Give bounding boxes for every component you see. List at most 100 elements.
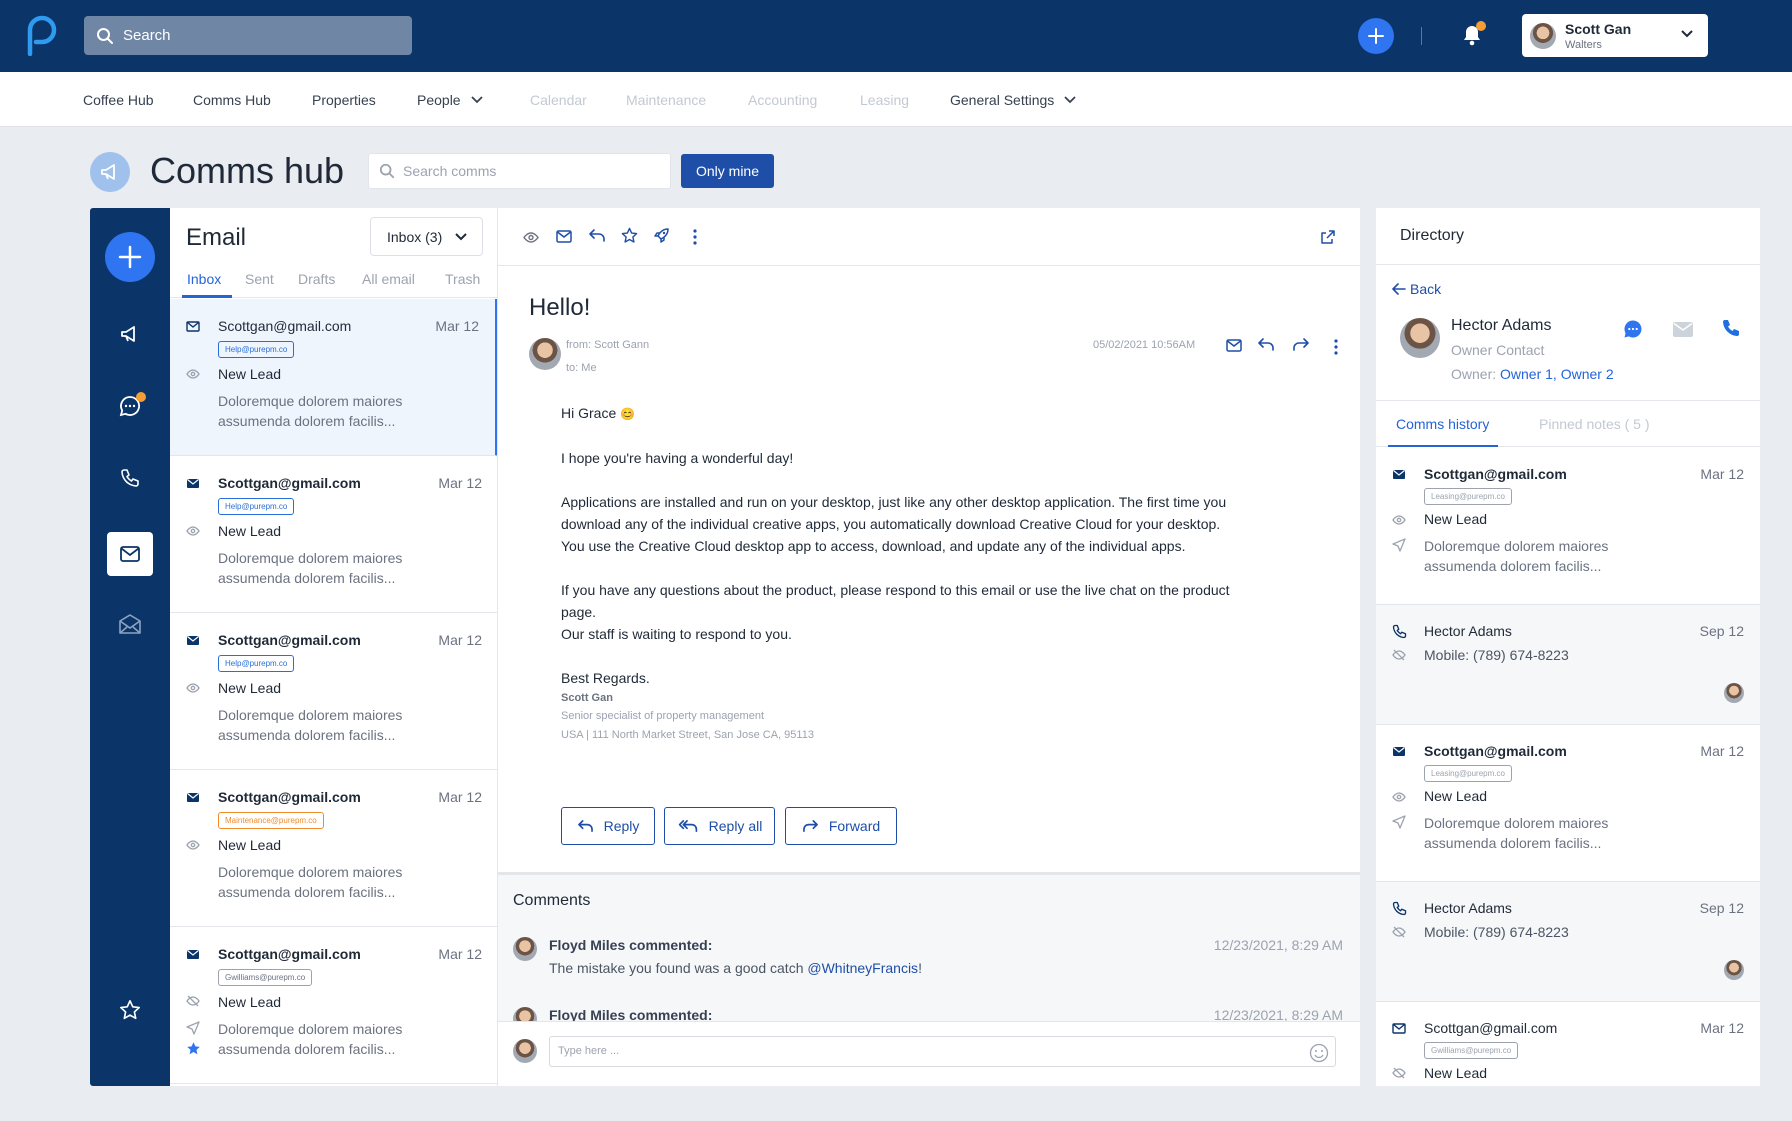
mail-icon[interactable]	[1226, 339, 1242, 352]
email-preview: Doloremque dolorem maiores assumenda dol…	[218, 1021, 403, 1057]
history-preview: Doloremque dolorem maiores assumenda dol…	[1424, 815, 1609, 851]
nav-properties[interactable]: Properties	[312, 92, 376, 108]
message-to: to: Me	[566, 362, 597, 374]
more-vertical-icon[interactable]	[1334, 339, 1338, 355]
active-tab-indicator	[1388, 445, 1498, 447]
email-date: Mar 12	[438, 946, 482, 962]
directory-tabs: Comms history Pinned notes ( 5 )	[1376, 400, 1760, 447]
history-item[interactable]: Hector Adams Sep 12 Mobile: (789) 674-82…	[1376, 605, 1760, 725]
tab-pinned-notes[interactable]: Pinned notes ( 5 )	[1539, 416, 1650, 432]
commenter-avatar	[513, 937, 537, 961]
chat-icon[interactable]	[1623, 319, 1643, 339]
history-item[interactable]: Scottgan@gmail.com Mar 12 Leasing@purepm…	[1376, 448, 1760, 605]
agent-avatar	[1724, 960, 1744, 980]
history-preview: Doloremque dolorem maiores assumenda dol…	[1424, 538, 1609, 574]
nav-comms-hub[interactable]: Comms Hub	[193, 92, 271, 108]
message-body: Hi Grace 😊 I hope you're having a wonder…	[561, 402, 1241, 745]
message-paragraph: I hope you're having a wonderful day!	[561, 450, 794, 466]
comments-title: Comments	[513, 892, 591, 909]
history-subject: New Lead	[1424, 788, 1488, 804]
chevron-down-icon	[455, 233, 467, 241]
sender-avatar	[529, 338, 561, 370]
email-list-panel: Email Inbox (3) Inbox Sent Drafts All em…	[170, 208, 498, 1086]
rocket-icon[interactable]	[653, 227, 670, 244]
rail-bulk-email[interactable]	[107, 602, 153, 646]
tab-comms-history[interactable]: Comms history	[1396, 416, 1489, 432]
tab-drafts[interactable]: Drafts	[298, 271, 335, 287]
reply-icon[interactable]	[588, 228, 606, 243]
reply-all-button[interactable]: Reply all	[664, 807, 775, 845]
tab-inbox[interactable]: Inbox	[187, 271, 221, 287]
contact-owners: Owner: Owner 1, Owner 2	[1451, 366, 1614, 382]
comment-input[interactable]: Type here ...	[549, 1036, 1336, 1067]
star-icon[interactable]	[621, 227, 638, 244]
nav-coffee-hub[interactable]: Coffee Hub	[83, 92, 154, 108]
comment-composer: Type here ...	[498, 1021, 1360, 1086]
owner-links[interactable]: Owner 1, Owner 2	[1500, 366, 1614, 382]
nav-calendar: Calendar	[530, 92, 587, 108]
mention-link[interactable]: @WhitneyFrancis	[807, 960, 918, 976]
forward-icon	[802, 820, 818, 832]
megaphone-icon	[101, 164, 115, 180]
back-link[interactable]: Back	[1392, 281, 1441, 297]
nav-people[interactable]: People	[417, 92, 483, 108]
eye-icon	[186, 369, 200, 379]
history-subject: New Lead	[1424, 511, 1488, 527]
tab-all-email[interactable]: All email	[362, 271, 415, 287]
new-message-button[interactable]	[105, 232, 155, 282]
history-item[interactable]: Scottgan@gmail.com Mar 12 Gwilliams@pure…	[1376, 1002, 1760, 1086]
email-list-item[interactable]: Scottgan@gmail.com Mar 12 Gwilliams@pure…	[170, 927, 497, 1084]
user-menu[interactable]: Scott Gan Walters	[1522, 14, 1708, 57]
email-subject: New Lead	[218, 680, 282, 696]
reply-icon[interactable]	[1257, 337, 1275, 352]
mark-read-eye-icon[interactable]	[523, 232, 539, 243]
create-new-button[interactable]	[1358, 18, 1394, 54]
email-list-item[interactable]: Scottgan@gmail.com Mar 12 Maintenance@pu…	[170, 770, 497, 927]
eye-icon	[1392, 792, 1406, 802]
send-icon	[1392, 538, 1406, 552]
nav-general-settings[interactable]: General Settings	[950, 92, 1076, 108]
email-list-item[interactable]: Scottgan@gmail.com Mar 12 Help@purepm.co…	[170, 613, 497, 770]
history-title: Scottgan@gmail.com	[1424, 1020, 1558, 1036]
send-icon	[186, 1021, 200, 1035]
contact-role: Owner Contact	[1451, 342, 1545, 358]
tab-trash[interactable]: Trash	[445, 271, 480, 287]
rail-chat[interactable]	[107, 384, 153, 428]
comms-search-input[interactable]: Search comms	[368, 153, 671, 189]
folder-select[interactable]: Inbox (3)	[370, 217, 483, 256]
mail-icon[interactable]	[1673, 322, 1693, 337]
search-icon	[97, 27, 113, 44]
forward-button[interactable]: Forward	[785, 807, 897, 845]
email-inbox-tag: Help@purepm.co	[218, 655, 295, 672]
mail-outline-icon	[186, 321, 200, 332]
user-name: Scott Gan	[1565, 20, 1632, 37]
phone-icon[interactable]	[1721, 318, 1741, 338]
history-item[interactable]: Hector Adams Sep 12 Mobile: (789) 674-82…	[1376, 882, 1760, 1002]
emoji-icon[interactable]	[1309, 1043, 1329, 1063]
history-phone-number: Mobile: (789) 674-8223	[1424, 924, 1569, 940]
more-vertical-icon[interactable]	[693, 229, 697, 245]
open-external-icon[interactable]	[1321, 230, 1335, 244]
forward-icon[interactable]	[1292, 337, 1310, 352]
rail-email[interactable]	[107, 532, 153, 576]
history-item[interactable]: Scottgan@gmail.com Mar 12 Leasing@purepm…	[1376, 725, 1760, 882]
global-search-input[interactable]: Search	[84, 16, 412, 55]
rail-starred[interactable]	[107, 988, 153, 1032]
mail-icon[interactable]	[556, 230, 572, 243]
tab-sent[interactable]: Sent	[245, 271, 274, 287]
app-logo[interactable]	[22, 14, 58, 56]
rail-calls[interactable]	[107, 456, 153, 500]
email-list-item[interactable]: Scottgan@gmail.com Mar 12 Help@purepm.co…	[170, 456, 497, 613]
chat-unread-badge	[136, 392, 146, 402]
history-title: Scottgan@gmail.com	[1424, 743, 1567, 759]
megaphone-icon	[121, 326, 135, 342]
reply-button[interactable]: Reply	[561, 807, 655, 845]
star-filled-icon[interactable]	[186, 1041, 201, 1056]
rail-announcements[interactable]	[107, 312, 153, 356]
history-tag: Gwilliams@purepm.co	[1424, 1042, 1519, 1059]
directory-panel: Directory Back Hector Adams Owner Contac…	[1376, 208, 1760, 1086]
email-list-item[interactable]: Scottgan@gmail.com Mar 12 Help@purepm.co…	[170, 299, 497, 456]
only-mine-button[interactable]: Only mine	[681, 154, 774, 188]
history-date: Mar 12	[1700, 466, 1744, 482]
email-inbox-tag: Help@purepm.co	[218, 341, 295, 358]
